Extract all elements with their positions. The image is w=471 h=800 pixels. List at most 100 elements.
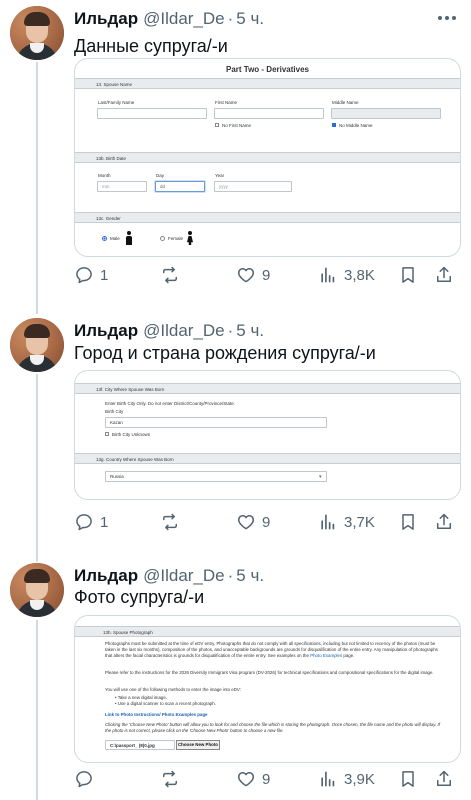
- separator-dot: ·: [227, 566, 234, 585]
- section-header: 13c. Gender: [75, 212, 460, 223]
- views-count: 3,9K: [344, 770, 375, 788]
- author-name[interactable]: Ильдар: [74, 9, 138, 29]
- author-name[interactable]: Ильдар: [74, 321, 138, 341]
- author-handle[interactable]: @Ildar_De: [143, 321, 225, 341]
- no-middle-name-label: No Middle Name: [339, 123, 373, 128]
- like-count: 9: [262, 770, 271, 788]
- female-radio[interactable]: [160, 236, 165, 241]
- share-button[interactable]: [434, 510, 454, 534]
- views-button[interactable]: 3,7K: [318, 510, 375, 534]
- bookmark-button[interactable]: [398, 510, 418, 534]
- tweet-header: Ильдар @Ildar_De · 5 ч.: [74, 8, 264, 30]
- views-icon: [321, 267, 335, 283]
- photo-requirements-text: Photographs must be submitted at the tim…: [105, 641, 438, 658]
- timestamp[interactable]: 5 ч.: [236, 321, 264, 341]
- method-item: • Use a digital scanner to scan a recent…: [115, 701, 216, 706]
- day-label: Day: [156, 173, 165, 178]
- tweet-text: Фото супруга/-и: [74, 587, 205, 607]
- tweet-text: Данные супруга/-и: [74, 36, 228, 56]
- like-button[interactable]: 9: [236, 767, 270, 791]
- reply-button[interactable]: 1: [74, 263, 108, 287]
- day-input[interactable]: dd: [155, 181, 205, 192]
- bookmark-icon: [402, 267, 414, 283]
- city-unknown-label: Birth City Unknown: [112, 432, 151, 437]
- city-label: Birth City: [105, 409, 124, 414]
- bookmark-button[interactable]: [398, 767, 418, 791]
- tweet-actions: 1 9 3,7K: [74, 510, 461, 534]
- reply-count: 1: [100, 513, 109, 531]
- year-label: Year: [215, 173, 225, 178]
- section-header: 13g. Country Where Spouse Was Born: [75, 453, 460, 464]
- male-label: Male: [110, 236, 120, 241]
- form-section-photo: 13h. Spouse Photograph Photographs must …: [75, 626, 460, 762]
- no-middle-name-checkbox[interactable]: [332, 123, 336, 127]
- avatar[interactable]: [10, 6, 64, 60]
- no-first-name-checkbox[interactable]: [215, 123, 219, 127]
- photo-instructions-link[interactable]: Link to Photo Instructions/ Photo Exampl…: [105, 712, 207, 718]
- method-item: • Take a new digital image.: [115, 695, 167, 700]
- timestamp[interactable]: 5 ч.: [236, 566, 264, 586]
- photo-file-input[interactable]: C:\passport_ (8)0.jpg: [105, 740, 175, 750]
- form-section-city: 13f. City Where Spouse Was Born Enter Bi…: [75, 383, 460, 445]
- share-button[interactable]: [434, 263, 454, 287]
- avatar[interactable]: [10, 563, 64, 617]
- heart-icon: [237, 268, 255, 283]
- choose-new-photo-button[interactable]: Choose New Photo: [176, 740, 220, 750]
- chevron-down-icon: ▾: [319, 474, 322, 480]
- tweet-header: Ильдар @Ildar_De · 5 ч.: [74, 320, 264, 342]
- reply-icon: [76, 514, 92, 531]
- form-title: Part Two - Derivatives: [226, 65, 309, 74]
- retweet-icon: [163, 770, 177, 788]
- author-name[interactable]: Ильдар: [74, 566, 138, 586]
- retweet-button[interactable]: [160, 510, 180, 534]
- views-icon: [321, 771, 335, 787]
- reply-button[interactable]: 1: [74, 510, 108, 534]
- avatar[interactable]: [10, 318, 64, 372]
- author-handle[interactable]: @Ildar_De: [143, 9, 225, 29]
- more-icon[interactable]: [435, 10, 459, 26]
- retweet-icon: [163, 513, 177, 531]
- last-name-input[interactable]: [97, 108, 207, 119]
- section-header: 13b. Birth Date: [75, 152, 460, 163]
- author-handle[interactable]: @Ildar_De: [143, 566, 225, 586]
- female-label: Female: [168, 236, 184, 241]
- male-radio[interactable]: [102, 236, 107, 241]
- photo-examples-link[interactable]: Photo Examples: [310, 653, 342, 658]
- retweet-button[interactable]: [160, 767, 180, 791]
- heart-icon: [237, 772, 255, 787]
- bookmark-button[interactable]: [398, 263, 418, 287]
- like-button[interactable]: 9: [236, 510, 270, 534]
- last-name-label: Last/Family Name: [98, 100, 135, 105]
- tweet-media-form[interactable]: 13h. Spouse Photograph Photographs must …: [74, 615, 461, 763]
- views-icon: [321, 514, 335, 530]
- middle-name-input[interactable]: [331, 108, 441, 119]
- male-person-icon: [126, 231, 132, 245]
- tweet-actions: 1 9 3,8K: [74, 263, 461, 287]
- bookmark-icon: [402, 514, 414, 530]
- retweet-button[interactable]: [160, 263, 180, 287]
- birth-city-input[interactable]: Kazan: [105, 417, 327, 428]
- separator-dot: ·: [227, 9, 234, 28]
- month-input[interactable]: mm: [97, 181, 147, 192]
- views-button[interactable]: 3,8K: [318, 263, 375, 287]
- country-select[interactable]: Russia: [105, 471, 327, 482]
- section-header: 13f. City Where Spouse Was Born: [75, 383, 460, 394]
- section-header: 13. Spouse Name: [75, 78, 460, 89]
- tweet-media-form[interactable]: 13f. City Where Spouse Was Born Enter Bi…: [74, 370, 461, 500]
- tweet[interactable]: Ильдар @Ildar_De · 5 ч. Город и страна р…: [0, 318, 471, 540]
- city-unknown-checkbox[interactable]: [105, 432, 109, 436]
- instructions-text: Please refer to the instructions for the…: [105, 670, 434, 675]
- reply-button[interactable]: [74, 767, 100, 791]
- first-name-input[interactable]: [214, 108, 324, 119]
- year-input[interactable]: yyyy: [214, 181, 292, 192]
- views-button[interactable]: 3,9K: [318, 767, 375, 791]
- share-button[interactable]: [434, 767, 454, 791]
- tweet[interactable]: Ильдар @Ildar_De · 5 ч. Данные супруга/-…: [0, 6, 471, 296]
- tweet[interactable]: Ильдар @Ildar_De · 5 ч. Фото супруга/-и …: [0, 563, 471, 800]
- like-count: 9: [262, 266, 271, 284]
- timestamp[interactable]: 5 ч.: [236, 9, 264, 29]
- views-count: 3,8K: [344, 266, 375, 284]
- methods-text: You will use one of the following method…: [105, 687, 241, 692]
- tweet-media-form[interactable]: Part Two - Derivatives 13. Spouse Name L…: [74, 58, 461, 257]
- like-button[interactable]: 9: [236, 263, 270, 287]
